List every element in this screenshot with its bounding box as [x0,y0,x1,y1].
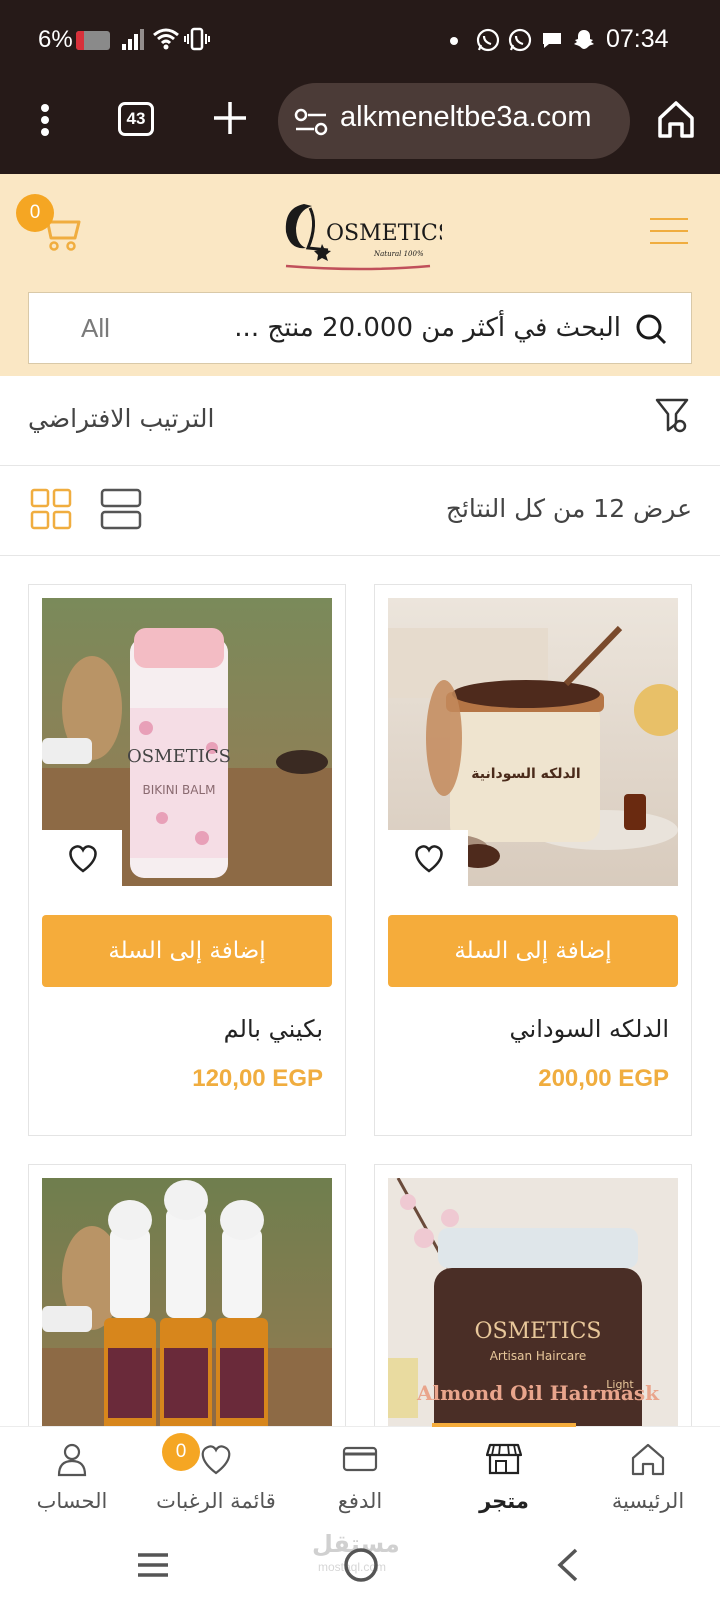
tab-switcher-button[interactable]: 43 [118,102,154,136]
clock: 07:34 [606,25,669,53]
add-to-cart-button[interactable]: إضافة إلى السلة [42,915,332,987]
results-count: عرض 12 من كل النتائج [445,494,692,523]
site-logo[interactable]: OSMETICS Natural 100% [282,194,453,274]
user-icon [57,1443,87,1477]
nav-wishlist-label: قائمة الرغبات [156,1489,276,1513]
home-button-icon[interactable] [342,1546,380,1584]
product-price: 120,00 EGP [192,1065,323,1092]
url-text: alkmeneltbe3a.com [340,101,592,133]
home-icon [631,1443,665,1476]
grid-view-icon[interactable] [30,488,72,530]
battery-percent: 6% [38,26,73,53]
logo-tagline: Natural 100% [373,250,424,258]
store-icon [486,1443,522,1475]
wishlist-toggle[interactable] [388,830,468,886]
search-input[interactable]: البحث في أكثر من 20.000 منتج ... [234,313,621,343]
browser-home-icon[interactable] [656,98,696,140]
logo-wordmark: OSMETICS [326,221,442,246]
nav-shop-label: متجر [479,1489,529,1513]
product-label-text: BIKINI BALM [143,783,216,797]
product-label-text: الدلكه السودانية [471,766,580,782]
product-card[interactable]: OSMETICS BIKINI BALM إضافة إلى السلة بكي… [28,584,346,1136]
whatsapp-icon [476,28,500,52]
sort-bar: الترتيب الافتراضي [0,376,720,466]
cart-count-badge: 0 [16,194,54,232]
chat-icon [543,33,561,48]
list-view-icon[interactable] [100,488,142,530]
svg-text:OSMETICS: OSMETICS [127,746,231,767]
battery-icon [76,31,110,50]
product-sub-label: Artisan Haircare [490,1349,587,1363]
credit-card-icon [342,1446,378,1472]
address-bar[interactable]: alkmeneltbe3a.com [278,83,630,159]
nav-account-label: الحساب [36,1489,108,1513]
hamburger-menu-icon[interactable] [650,218,688,244]
vibrate-icon [184,27,210,51]
wishlist-toggle[interactable] [42,830,122,886]
heart-icon[interactable] [66,842,100,874]
browser-toolbar: 43 alkmeneltbe3a.com [0,80,720,174]
bottom-navigation: الرئيسية متجر الدفع قائمة الرغبات 0 الحس… [0,1423,720,1529]
product-variant-label: Light [606,1378,634,1391]
nav-checkout[interactable]: الدفع [288,1427,432,1529]
svg-text:OSMETICS: OSMETICS [475,1319,602,1344]
whatsapp-business-icon [508,28,532,52]
product-image[interactable] [42,1178,332,1466]
nav-account[interactable]: الحساب [0,1427,144,1529]
filter-icon[interactable] [654,396,690,436]
nav-home-label: الرئيسية [611,1489,685,1513]
product-name[interactable]: الدلكه السوداني [510,1015,669,1043]
new-tab-icon[interactable] [210,98,250,138]
search-icon[interactable] [635,313,667,345]
heart-icon [201,1445,231,1475]
notification-dot [450,37,458,45]
nav-shop[interactable]: متجر [432,1427,576,1529]
heart-icon[interactable] [412,842,446,874]
site-settings-icon[interactable] [294,107,328,137]
search-bar[interactable]: All البحث في أكثر من 20.000 منتج ... [28,292,692,364]
product-card[interactable]: الدلكه السودانية إضافة إلى السلة الدلكه … [374,584,692,1136]
search-category-select[interactable]: All [81,313,110,344]
recent-apps-icon[interactable] [136,1550,170,1580]
wishlist-count-badge: 0 [162,1433,200,1471]
system-navigation-bar: مستقل mostaql.com [0,1528,720,1608]
nav-checkout-label: الدفع [337,1489,383,1513]
snapchat-icon [574,30,594,49]
view-bar: عرض 12 من كل النتائج [0,466,720,556]
nav-home[interactable]: الرئيسية [576,1427,720,1529]
wifi-icon [153,28,179,50]
back-icon[interactable] [552,1546,582,1584]
sort-select[interactable]: الترتيب الافتراضي [28,404,214,433]
browser-menu-icon[interactable] [30,100,60,140]
signal-icon [122,29,144,50]
status-bar: 6% 07:34 [0,0,720,80]
add-to-cart-button[interactable]: إضافة إلى السلة [388,915,678,987]
product-name[interactable]: بكيني بالم [224,1015,323,1043]
site-header: 0 OSMETICS Natural 100% All البحث في أكث… [0,174,720,376]
product-price: 200,00 EGP [538,1065,669,1092]
